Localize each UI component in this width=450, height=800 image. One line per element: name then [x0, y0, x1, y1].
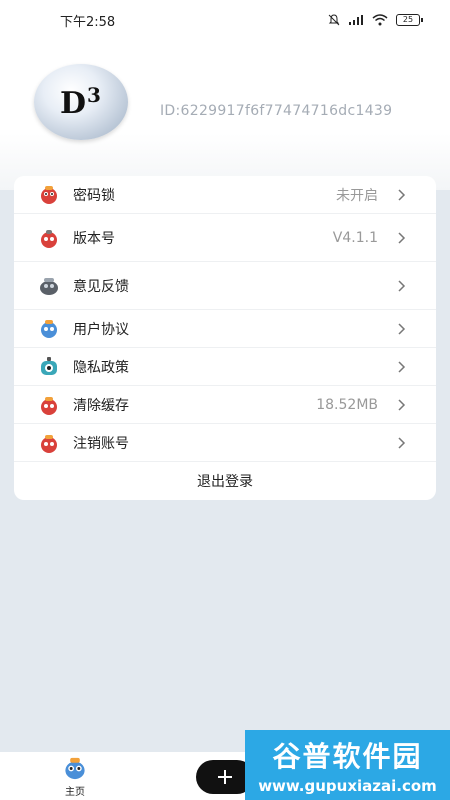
avatar-letter: D [60, 86, 88, 121]
settings-menu: 密码锁 未开启 版本号 V4.1.1 意见反馈 用户协议 隐私政策 清除缓存 1… [14, 176, 436, 500]
menu-value: 未开启 [336, 187, 378, 204]
menu-label: 版本号 [73, 230, 115, 247]
chevron-right-icon [398, 436, 408, 449]
status-time: 下午2:58 [60, 14, 116, 30]
watermark-title: 谷普软件园 [272, 740, 423, 773]
menu-item-privacy-policy[interactable]: 隐私政策 [14, 348, 436, 386]
menu-label: 密码锁 [73, 187, 115, 204]
chevron-right-icon [398, 188, 408, 201]
robot-red-icon [38, 184, 60, 206]
chevron-right-icon [398, 398, 408, 411]
menu-item-user-agreement[interactable]: 用户协议 [14, 310, 436, 348]
robot-home-icon [65, 757, 85, 780]
menu-label: 意见反馈 [73, 278, 129, 295]
menu-label: 隐私政策 [73, 359, 129, 376]
robot-teal-icon [38, 356, 60, 378]
battery-icon: 25 [396, 14, 423, 26]
menu-item-password-lock[interactable]: 密码锁 未开启 [14, 176, 436, 214]
menu-label: 用户协议 [73, 321, 129, 338]
tab-home[interactable]: 主页 [52, 756, 98, 798]
status-icons: 25 [328, 14, 423, 26]
robot-red-icon [38, 432, 60, 454]
user-id: ID:6229917f6f77474716dc1439 [160, 103, 393, 119]
watermark-url: www.gupuxiazai.com [258, 777, 437, 795]
chevron-right-icon [398, 322, 408, 335]
menu-item-clear-cache[interactable]: 清除缓存 18.52MB [14, 386, 436, 424]
avatar-text: D3 [60, 83, 102, 121]
watermark-logo: 谷普软件园 www.gupuxiazai.com [245, 730, 450, 800]
wifi-icon [372, 14, 388, 26]
robot-red-icon [38, 227, 60, 249]
chevron-right-icon [398, 231, 408, 244]
robot-red-icon [38, 394, 60, 416]
menu-value: 18.52MB [316, 396, 378, 413]
menu-label: 注销账号 [73, 435, 129, 452]
logout-button[interactable]: 退出登录 [14, 462, 436, 500]
chevron-right-icon [398, 360, 408, 373]
plus-icon [218, 770, 232, 784]
chevron-right-icon [398, 279, 408, 292]
avatar[interactable]: D3 [34, 64, 128, 140]
robot-blue-icon [38, 318, 60, 340]
menu-item-feedback[interactable]: 意见反馈 [14, 262, 436, 310]
signal-icon [349, 15, 363, 25]
menu-item-version[interactable]: 版本号 V4.1.1 [14, 214, 436, 262]
menu-label: 清除缓存 [73, 397, 129, 414]
menu-item-delete-account[interactable]: 注销账号 [14, 424, 436, 462]
avatar-sup: 3 [87, 83, 102, 107]
menu-value: V4.1.1 [332, 229, 378, 246]
tab-home-label: 主页 [65, 787, 85, 798]
mute-bell-icon [328, 14, 340, 26]
status-bar: 下午2:58 25 [0, 0, 450, 40]
robot-gray-icon [38, 275, 60, 297]
